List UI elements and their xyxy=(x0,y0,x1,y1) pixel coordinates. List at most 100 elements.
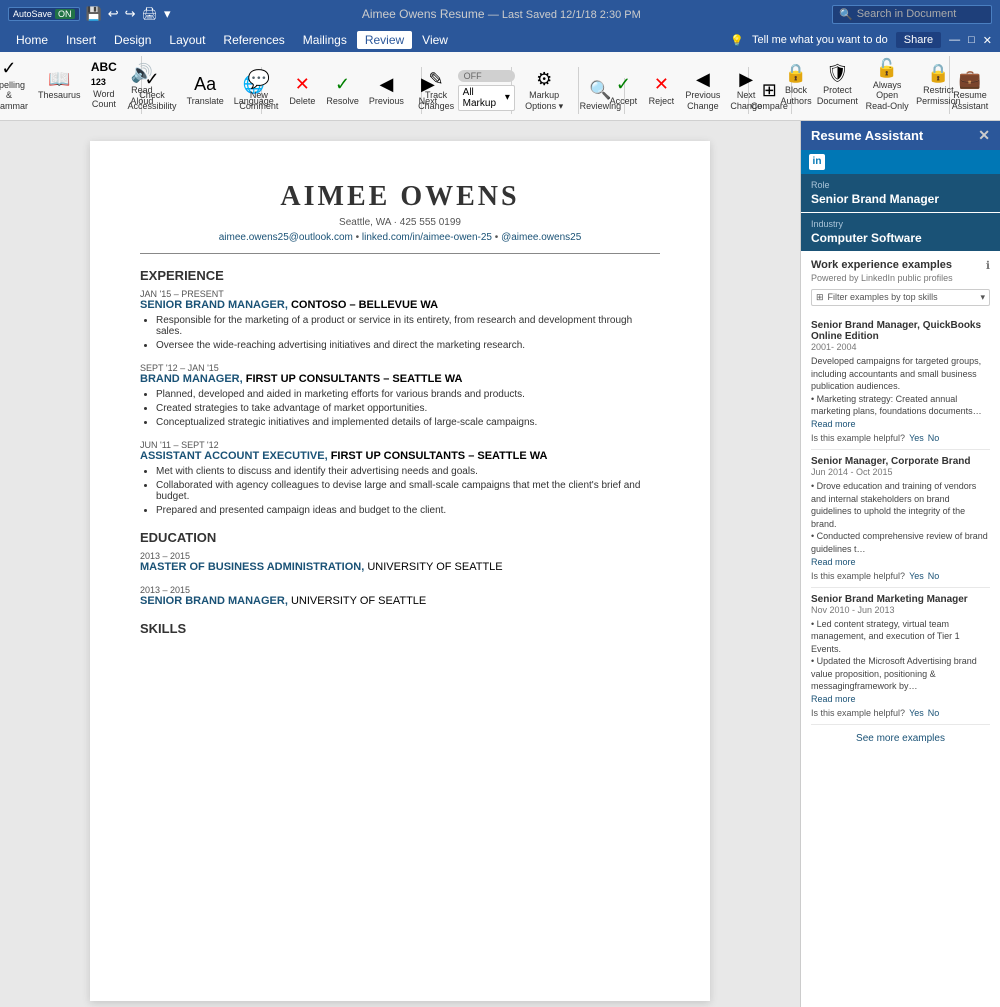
ribbon-group-markup: ⚙ Markup Options ▾ xyxy=(514,67,579,114)
example1-date: 2001- 2004 xyxy=(811,342,990,352)
share-button[interactable]: Share xyxy=(896,32,941,48)
resume-assistant-button[interactable]: 💼 ResumeAssistant xyxy=(948,67,993,114)
job1-bullet-2: Oversee the wide-reaching advertising in… xyxy=(156,340,660,351)
example3-yes-button[interactable]: Yes xyxy=(909,708,924,718)
check-accessibility-button[interactable]: ✓ CheckAccessibility xyxy=(124,67,181,114)
tell-me-text[interactable]: Tell me what you want to do xyxy=(752,34,888,46)
markup-dropdown[interactable]: All Markup ▾ xyxy=(458,85,515,111)
side-panel-close-button[interactable]: ✕ xyxy=(978,127,990,144)
example2-no-button[interactable]: No xyxy=(928,571,940,581)
new-comment-button[interactable]: 💬 NewComment xyxy=(235,67,282,114)
thesaurus-button[interactable]: 📖 Thesaurus xyxy=(35,67,84,103)
example2-readmore[interactable]: Read more xyxy=(811,557,856,567)
search-box[interactable]: 🔍 Search in Document xyxy=(832,5,992,24)
example-card-1: Senior Brand Manager, QuickBooks Online … xyxy=(811,314,990,450)
example3-helpful-text: Is this example helpful? xyxy=(811,708,905,718)
window-close-icon[interactable]: ✕ xyxy=(983,34,992,47)
filter-bar[interactable]: ⊞ Filter examples by top skills ▾ xyxy=(811,289,990,306)
edu-entry-1: 2013 – 2015 MASTER OF BUSINESS ADMINISTR… xyxy=(140,551,660,573)
example3-readmore[interactable]: Read more xyxy=(811,694,856,704)
menu-insert[interactable]: Insert xyxy=(58,31,104,49)
resume-name: AIMEE OWENS xyxy=(140,181,660,213)
resume-assistant-label: ResumeAssistant xyxy=(952,90,989,112)
edu2-dates: 2013 – 2015 xyxy=(140,585,660,595)
block-authors-button[interactable]: 🔒 BlockAuthors xyxy=(778,61,814,108)
example2-date: Jun 2014 - Oct 2015 xyxy=(811,467,990,477)
protect-doc-label: ProtectDocument xyxy=(817,85,858,107)
edu1-dates: 2013 – 2015 xyxy=(140,551,660,561)
toolbar-more-icon[interactable]: ▾ xyxy=(164,6,171,22)
menu-home[interactable]: Home xyxy=(8,31,56,49)
new-comment-label: NewComment xyxy=(239,90,278,112)
job2-bullets: Planned, developed and aided in marketin… xyxy=(156,389,660,428)
track-changes-button[interactable]: ✎ TrackChanges xyxy=(417,67,456,114)
example2-yes-button[interactable]: Yes xyxy=(909,571,924,581)
previous-change-button[interactable]: ◀ PreviousChange xyxy=(681,67,724,114)
industry-label: Industry xyxy=(811,219,990,229)
job-entry-1: JAN '15 – PRESENT SENIOR BRAND MANAGER, … xyxy=(140,289,660,351)
experience-section-title: EXPERIENCE xyxy=(140,268,660,283)
thesaurus-icon: 📖 xyxy=(48,69,70,91)
reject-button[interactable]: ✕ Reject xyxy=(643,72,679,108)
track-toggle[interactable]: OFF xyxy=(458,70,515,82)
filter-chevron-icon: ▾ xyxy=(980,292,985,303)
translate-button[interactable]: Aa Translate xyxy=(183,72,228,108)
menu-view[interactable]: View xyxy=(414,31,456,49)
toolbar-redo-icon[interactable]: ↪ xyxy=(125,6,136,22)
accept-button[interactable]: ✓ Accept xyxy=(605,72,641,108)
example1-readmore[interactable]: Read more xyxy=(811,419,856,429)
autosave-badge[interactable]: AutoSave ON xyxy=(8,7,80,21)
previous-comment-button[interactable]: ◀ Previous xyxy=(365,72,408,108)
job2-company: FIRST UP CONSULTANTS – SEATTLE WA xyxy=(246,373,463,385)
ribbon-group-comments: 💬 NewComment ✕ Delete ✓ Resolve ◀ Previo… xyxy=(264,67,422,114)
menu-design[interactable]: Design xyxy=(106,31,159,49)
powered-by-text: Powered by LinkedIn public profiles xyxy=(811,273,990,283)
title-bar-right: 🔍 Search in Document xyxy=(832,5,992,24)
word-count-button[interactable]: ABC123 WordCount xyxy=(86,58,122,112)
delete-label: Delete xyxy=(289,96,315,107)
resolve-button[interactable]: ✓ Resolve xyxy=(322,72,363,108)
job2-date: SEPT '12 – JAN '15 xyxy=(140,363,660,373)
toolbar-undo-icon[interactable]: ↩ xyxy=(108,6,119,22)
block-authors-label: BlockAuthors xyxy=(781,85,812,107)
example1-yes-button[interactable]: Yes xyxy=(909,433,924,443)
main-area: AIMEE OWENS Seattle, WA · 425 555 0199 a… xyxy=(0,121,1000,1007)
always-open-icon: 🔓 xyxy=(876,58,898,80)
tell-me-icon: 💡 xyxy=(730,34,744,47)
spelling-grammar-button[interactable]: ✓ Spelling &Grammar xyxy=(0,56,33,114)
search-placeholder: Search in Document xyxy=(857,8,957,20)
job3-title: ASSISTANT ACCOUNT EXECUTIVE, FIRST UP CO… xyxy=(140,450,660,462)
edu2-school: UNIVERSITY OF SEATTLE xyxy=(291,595,426,607)
menu-review[interactable]: Review xyxy=(357,31,412,49)
example3-bullet-2: • Updated the Microsoft Advertising bran… xyxy=(811,655,990,693)
protect-doc-button[interactable]: 🛡 ProtectDocument xyxy=(816,61,859,108)
markup-options-button[interactable]: ⚙ Markup Options ▾ xyxy=(516,67,572,114)
menu-references[interactable]: References xyxy=(215,31,292,49)
window-minimize-icon[interactable]: — xyxy=(949,34,960,46)
example1-no-button[interactable]: No xyxy=(928,433,940,443)
always-open-button[interactable]: 🔓 Always OpenRead-Only xyxy=(861,56,914,114)
window-maximize-icon[interactable]: □ xyxy=(968,34,975,46)
job3-bullets: Met with clients to discuss and identify… xyxy=(156,466,660,516)
filter-bar-left: ⊞ Filter examples by top skills xyxy=(816,292,938,303)
menu-mailings[interactable]: Mailings xyxy=(295,31,355,49)
edu1-school: UNIVERSITY OF SEATTLE xyxy=(367,561,502,573)
example3-no-button[interactable]: No xyxy=(928,708,940,718)
prev-change-label: PreviousChange xyxy=(685,90,720,112)
work-examples-title: Work experience examples xyxy=(811,259,952,271)
menu-layout[interactable]: Layout xyxy=(161,31,213,49)
example3-bullet-1: • Led content strategy, virtual team man… xyxy=(811,618,990,656)
side-panel: Resume Assistant ✕ in Role Senior Brand … xyxy=(800,121,1000,1007)
toolbar-save-icon[interactable]: 💾 xyxy=(86,6,102,22)
title-bar-left: AutoSave ON 💾 ↩ ↪ 🖨 ▾ xyxy=(8,6,171,22)
see-more-button[interactable]: See more examples xyxy=(811,725,990,752)
delete-button[interactable]: ✕ Delete xyxy=(284,72,320,108)
filter-label: Filter examples by top skills xyxy=(828,292,938,302)
info-icon[interactable]: ℹ xyxy=(986,259,990,272)
linkedin-badge: in xyxy=(801,150,1000,174)
role-value[interactable]: Senior Brand Manager xyxy=(811,192,990,206)
panel-role-field: Role Senior Brand Manager xyxy=(801,174,1000,212)
industry-value[interactable]: Computer Software xyxy=(811,231,990,245)
edu2-degree: SENIOR BRAND MANAGER, UNIVERSITY OF SEAT… xyxy=(140,595,660,607)
toolbar-print-icon[interactable]: 🖨 xyxy=(142,6,159,22)
